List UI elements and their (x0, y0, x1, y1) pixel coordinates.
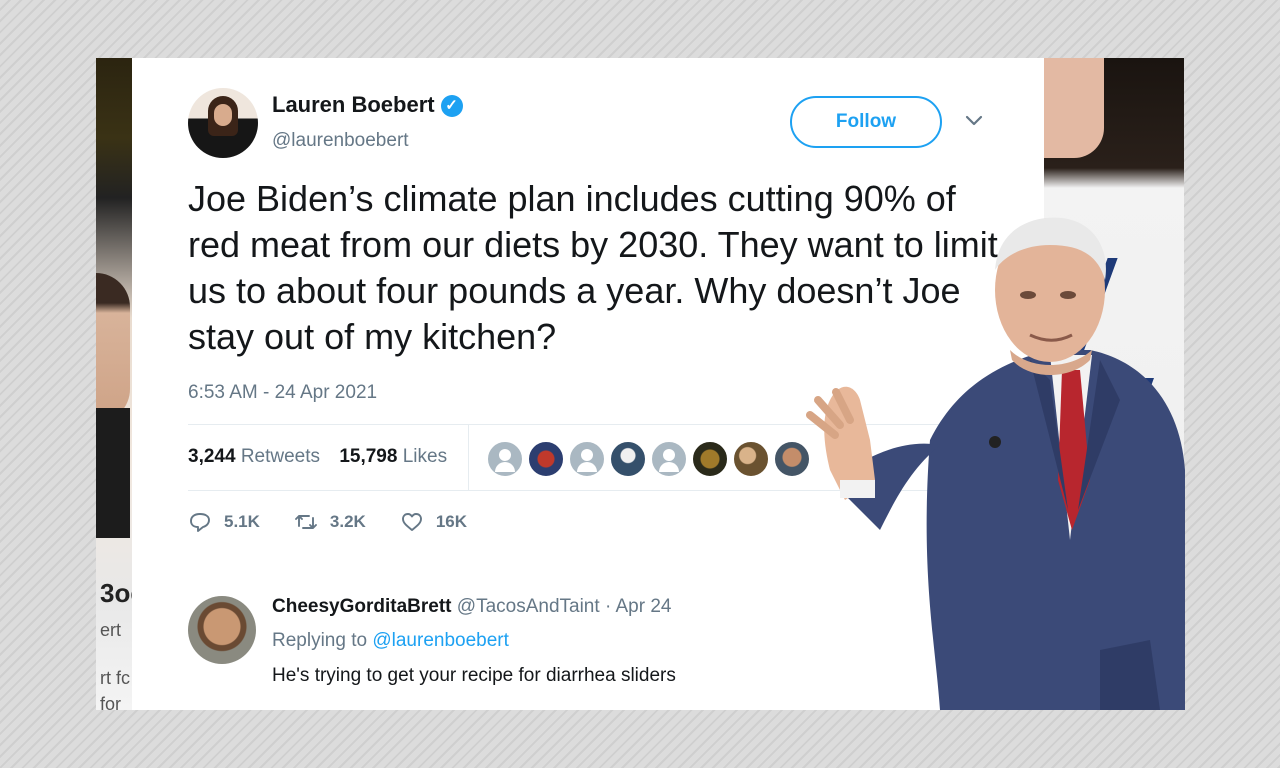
background-arm (1044, 58, 1104, 158)
reply-author-name[interactable]: CheesyGorditaBrett (272, 596, 452, 617)
liker-avatar[interactable] (691, 440, 729, 478)
background-person-body (96, 408, 130, 538)
reply-button[interactable]: 5.1K (188, 510, 260, 534)
liker-avatar[interactable] (732, 440, 770, 478)
verified-badge-icon: ✓ (440, 95, 463, 117)
replying-to-handle[interactable]: @laurenboebert (372, 630, 509, 651)
replying-to: Replying to @laurenboebert (272, 630, 509, 652)
author-handle[interactable]: @laurenboebert (272, 130, 409, 152)
author-avatar[interactable] (188, 88, 258, 158)
background-person-face (96, 273, 130, 423)
tweet-actions: 5.1K 3.2K 16K (188, 510, 467, 534)
divider (468, 424, 469, 490)
liker-avatar[interactable] (486, 440, 524, 478)
like-button[interactable]: 16K (400, 510, 467, 534)
like-count: 16K (435, 512, 468, 531)
reply-icon (190, 513, 210, 532)
reply-text: He's trying to get your recipe for diarr… (272, 665, 676, 686)
background-left-photo: 3oe ert rt fc for (96, 58, 140, 710)
reply-author-handle[interactable]: @TacosAndTaint (457, 596, 600, 617)
retweets-count[interactable]: 3,244 (188, 446, 236, 467)
reply-date[interactable]: · Apr 24 (605, 596, 672, 617)
liker-avatar[interactable] (650, 440, 688, 478)
tweet-timestamp[interactable]: 6:53 AM - 24 Apr 2021 (188, 382, 377, 404)
retweets-label[interactable]: Retweets (241, 446, 320, 467)
retweet-icon (294, 515, 317, 529)
liker-avatar[interactable] (568, 440, 606, 478)
heart-icon (401, 513, 422, 531)
author-name-text[interactable]: Lauren Boebert (272, 92, 435, 117)
avatar-face (214, 104, 232, 126)
person-photo-cutout (806, 217, 1185, 710)
replying-to-label: Replying to (272, 630, 368, 651)
tweet-stats: 3,244 Retweets 15,798 Likes (188, 446, 447, 468)
reply-author-avatar[interactable] (188, 596, 256, 664)
liker-avatar[interactable] (527, 440, 565, 478)
retweet-button[interactable]: 3.2K (294, 510, 366, 534)
retweet-count: 3.2K (329, 512, 366, 531)
likes-count[interactable]: 15,798 (339, 446, 397, 467)
reply-count: 5.1K (224, 512, 260, 531)
author-name[interactable]: Lauren Boebert ✓ (272, 92, 463, 118)
likes-label[interactable]: Likes (403, 446, 447, 467)
follow-button[interactable]: Follow (790, 96, 942, 148)
liker-avatar[interactable] (609, 440, 647, 478)
reply-header: CheesyGorditaBrett @TacosAndTaint · Apr … (272, 596, 671, 618)
chevron-down-icon[interactable] (964, 110, 984, 130)
